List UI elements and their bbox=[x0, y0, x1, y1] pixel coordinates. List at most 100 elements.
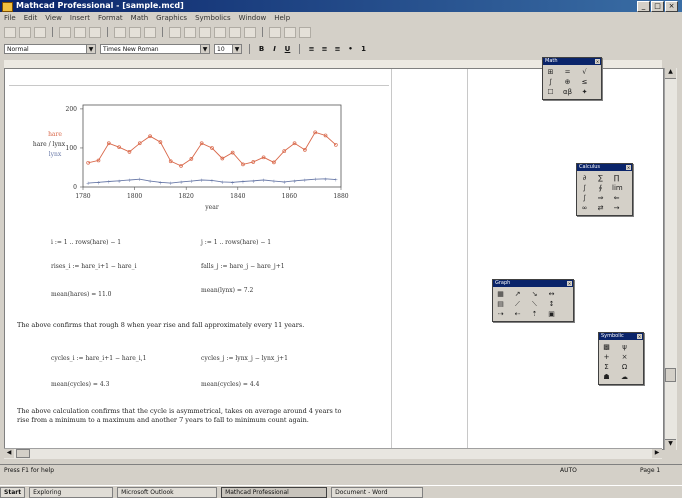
close-icon[interactable]: × bbox=[595, 59, 600, 64]
start-button[interactable]: Start bbox=[0, 486, 26, 498]
graph-palette-button-icon[interactable]: ↘ bbox=[530, 290, 539, 298]
greek-palette-button-icon[interactable]: ⇄ bbox=[596, 204, 605, 212]
paste-icon[interactable] bbox=[144, 26, 156, 38]
result-mean-cycles-b[interactable]: mean(cycles) = 4.4 bbox=[201, 381, 259, 388]
equation-falls[interactable]: falls_j := hare_j − hare_j+1 bbox=[201, 263, 285, 270]
close-button[interactable]: × bbox=[665, 1, 678, 12]
symbolic-palette-button-icon[interactable]: ☗ bbox=[602, 373, 611, 381]
copy-icon[interactable] bbox=[129, 26, 141, 38]
save-icon[interactable] bbox=[34, 26, 46, 38]
greek-palette-button-icon[interactable]: ⇒ bbox=[596, 194, 605, 202]
task-exploring[interactable]: Exploring bbox=[29, 486, 114, 498]
align-icon[interactable] bbox=[184, 26, 196, 38]
scroll-right-icon[interactable]: ▶ bbox=[652, 449, 662, 458]
math-palette-button-icon[interactable]: αβ bbox=[563, 88, 572, 96]
menu-format[interactable]: Format bbox=[98, 14, 123, 22]
help-icon[interactable] bbox=[299, 26, 311, 38]
graph-palette-button-icon[interactable]: ▤ bbox=[496, 300, 505, 308]
graph-palette-button-icon[interactable]: ↕ bbox=[547, 300, 556, 308]
math-palette-button-icon[interactable]: ∫ bbox=[546, 78, 555, 86]
greek-palette-button-icon[interactable]: ∫ bbox=[580, 184, 589, 192]
math-palette[interactable]: Math × ⊞ = √ ∫ ⊕ ≤ ☐ αβ ✦ bbox=[542, 57, 602, 100]
equation-i-range[interactable]: i := 1 .. rows(hare) − 1 bbox=[51, 239, 121, 246]
math-palette-button-icon[interactable]: ✦ bbox=[580, 88, 589, 96]
align-right-icon[interactable]: ≡ bbox=[333, 45, 342, 54]
bold-icon[interactable]: B bbox=[257, 45, 266, 54]
calculate-icon[interactable] bbox=[269, 26, 281, 38]
numbering-icon[interactable]: 1 bbox=[359, 45, 368, 54]
equation-cycles-b[interactable]: cycles_j := lynx_j − lynx_j+1 bbox=[201, 355, 288, 362]
result-mean-hares[interactable]: mean(hares) = 11.0 bbox=[51, 291, 112, 298]
graph-palette-title[interactable]: Graph × bbox=[493, 280, 573, 287]
scroll-left-icon[interactable]: ◀ bbox=[4, 449, 14, 458]
greek-palette-button-icon[interactable]: ∑ bbox=[596, 174, 605, 182]
scroll-thumb[interactable] bbox=[665, 368, 676, 382]
math-palette-button-icon[interactable]: √ bbox=[580, 68, 589, 76]
style-select[interactable]: Normal ▼ bbox=[4, 44, 96, 54]
hscroll-thumb[interactable] bbox=[16, 449, 30, 458]
greek-palette-button-icon[interactable]: ∂ bbox=[580, 174, 589, 182]
greek-palette-button-icon[interactable]: ∞ bbox=[580, 204, 589, 212]
task-mathcad[interactable]: Mathcad Professional bbox=[221, 486, 328, 498]
menu-help[interactable]: Help bbox=[274, 14, 290, 22]
cut-icon[interactable] bbox=[114, 26, 126, 38]
graph-palette-button-icon[interactable]: ⟋ bbox=[513, 300, 522, 308]
symbolic-palette-title[interactable]: Symbolic × bbox=[599, 333, 643, 340]
graph-palette[interactable]: Graph × ▦ ↗ ↘ ↔ ▤ ⟋ ⟍ ↕ ⇢ ⇠ ⇡ ▣ bbox=[492, 279, 574, 322]
graph-palette-button-icon[interactable]: ↔ bbox=[547, 290, 556, 298]
bullets-icon[interactable]: • bbox=[346, 45, 355, 54]
menu-file[interactable]: File bbox=[4, 14, 16, 22]
plot-region[interactable]: 1780 1800 1820 1840 1860 1880 200 100 0 + + + + + + + + +… bbox=[25, 97, 355, 227]
greek-palette-button-icon[interactable]: ∫ bbox=[580, 194, 589, 202]
result-mean-cycles-a[interactable]: mean(cycles) = 4.3 bbox=[51, 381, 109, 388]
symbolic-palette-button-icon[interactable]: ▩ bbox=[602, 343, 611, 351]
menu-edit[interactable]: Edit bbox=[24, 14, 38, 22]
equation-rises[interactable]: rises_i := hare_i+1 − hare_i bbox=[51, 263, 137, 270]
open-icon[interactable] bbox=[19, 26, 31, 38]
menu-math[interactable]: Math bbox=[131, 14, 149, 22]
text-region-1[interactable]: The above confirms that rough 8 when yea… bbox=[17, 321, 317, 330]
symbolic-palette[interactable]: Symbolic × ▩ ψ + × Σ Ω ☗ ☁ bbox=[598, 332, 644, 385]
graph-palette-button-icon[interactable]: ⇠ bbox=[513, 310, 522, 318]
greek-palette-button-icon[interactable]: → bbox=[612, 204, 621, 212]
zoom-icon[interactable] bbox=[284, 26, 296, 38]
minimize-button[interactable]: _ bbox=[637, 1, 650, 12]
text-region-2[interactable]: The above calculation confirms that the … bbox=[17, 407, 347, 425]
italic-icon[interactable]: I bbox=[270, 45, 279, 54]
symbolic-palette-button-icon[interactable]: Σ bbox=[602, 363, 611, 371]
equation-cycles-a[interactable]: cycles_i := hare_i+1 − hare_i,1 bbox=[51, 355, 146, 362]
math-palette-button-icon[interactable]: = bbox=[563, 68, 572, 76]
graph-palette-button-icon[interactable]: ↗ bbox=[513, 290, 522, 298]
math-palette-button-icon[interactable]: ⊞ bbox=[546, 68, 555, 76]
graph-palette-button-icon[interactable]: ⇢ bbox=[496, 310, 505, 318]
menu-graphics[interactable]: Graphics bbox=[156, 14, 187, 22]
math-palette-title[interactable]: Math × bbox=[543, 58, 601, 65]
insert-graph-icon[interactable] bbox=[199, 26, 211, 38]
symbolic-palette-button-icon[interactable]: ψ bbox=[620, 343, 629, 351]
align-center-icon[interactable]: ≡ bbox=[320, 45, 329, 54]
new-icon[interactable] bbox=[4, 26, 16, 38]
close-icon[interactable]: × bbox=[626, 165, 631, 170]
scroll-up-icon[interactable]: ▲ bbox=[665, 68, 676, 79]
symbolic-palette-button-icon[interactable]: Ω bbox=[620, 363, 629, 371]
result-mean-lynx[interactable]: mean(lynx) = 7.2 bbox=[201, 287, 253, 294]
equation-j-range[interactable]: j := 1 .. rows(hare) − 1 bbox=[201, 239, 271, 246]
math-palette-button-icon[interactable]: ☐ bbox=[546, 88, 555, 96]
calculus-palette[interactable]: Calculus × ∂ ∑ ∏ ∫ ∮ lim ∫ ⇒ ⇐ ∞ ⇄ → bbox=[576, 163, 633, 216]
worksheet[interactable]: 1780 1800 1820 1840 1860 1880 200 100 0 + + + + + + + + +… bbox=[4, 68, 664, 450]
math-palette-button-icon[interactable]: ≤ bbox=[580, 78, 589, 86]
insert-matrix-icon[interactable] bbox=[214, 26, 226, 38]
graph-palette-button-icon[interactable]: ⇡ bbox=[530, 310, 539, 318]
graph-palette-button-icon[interactable]: ▦ bbox=[496, 290, 505, 298]
close-icon[interactable]: × bbox=[567, 281, 572, 286]
maximize-button[interactable]: □ bbox=[651, 1, 664, 12]
size-select[interactable]: 10 ▼ bbox=[214, 44, 242, 54]
insert-function-icon[interactable] bbox=[229, 26, 241, 38]
undo-icon[interactable] bbox=[169, 26, 181, 38]
menu-view[interactable]: View bbox=[45, 14, 62, 22]
symbolic-palette-button-icon[interactable]: + bbox=[602, 353, 611, 361]
graph-palette-button-icon[interactable]: ▣ bbox=[547, 310, 556, 318]
spell-check-icon[interactable] bbox=[89, 26, 101, 38]
scroll-down-icon[interactable]: ▼ bbox=[665, 439, 676, 450]
align-left-icon[interactable]: ≡ bbox=[307, 45, 316, 54]
